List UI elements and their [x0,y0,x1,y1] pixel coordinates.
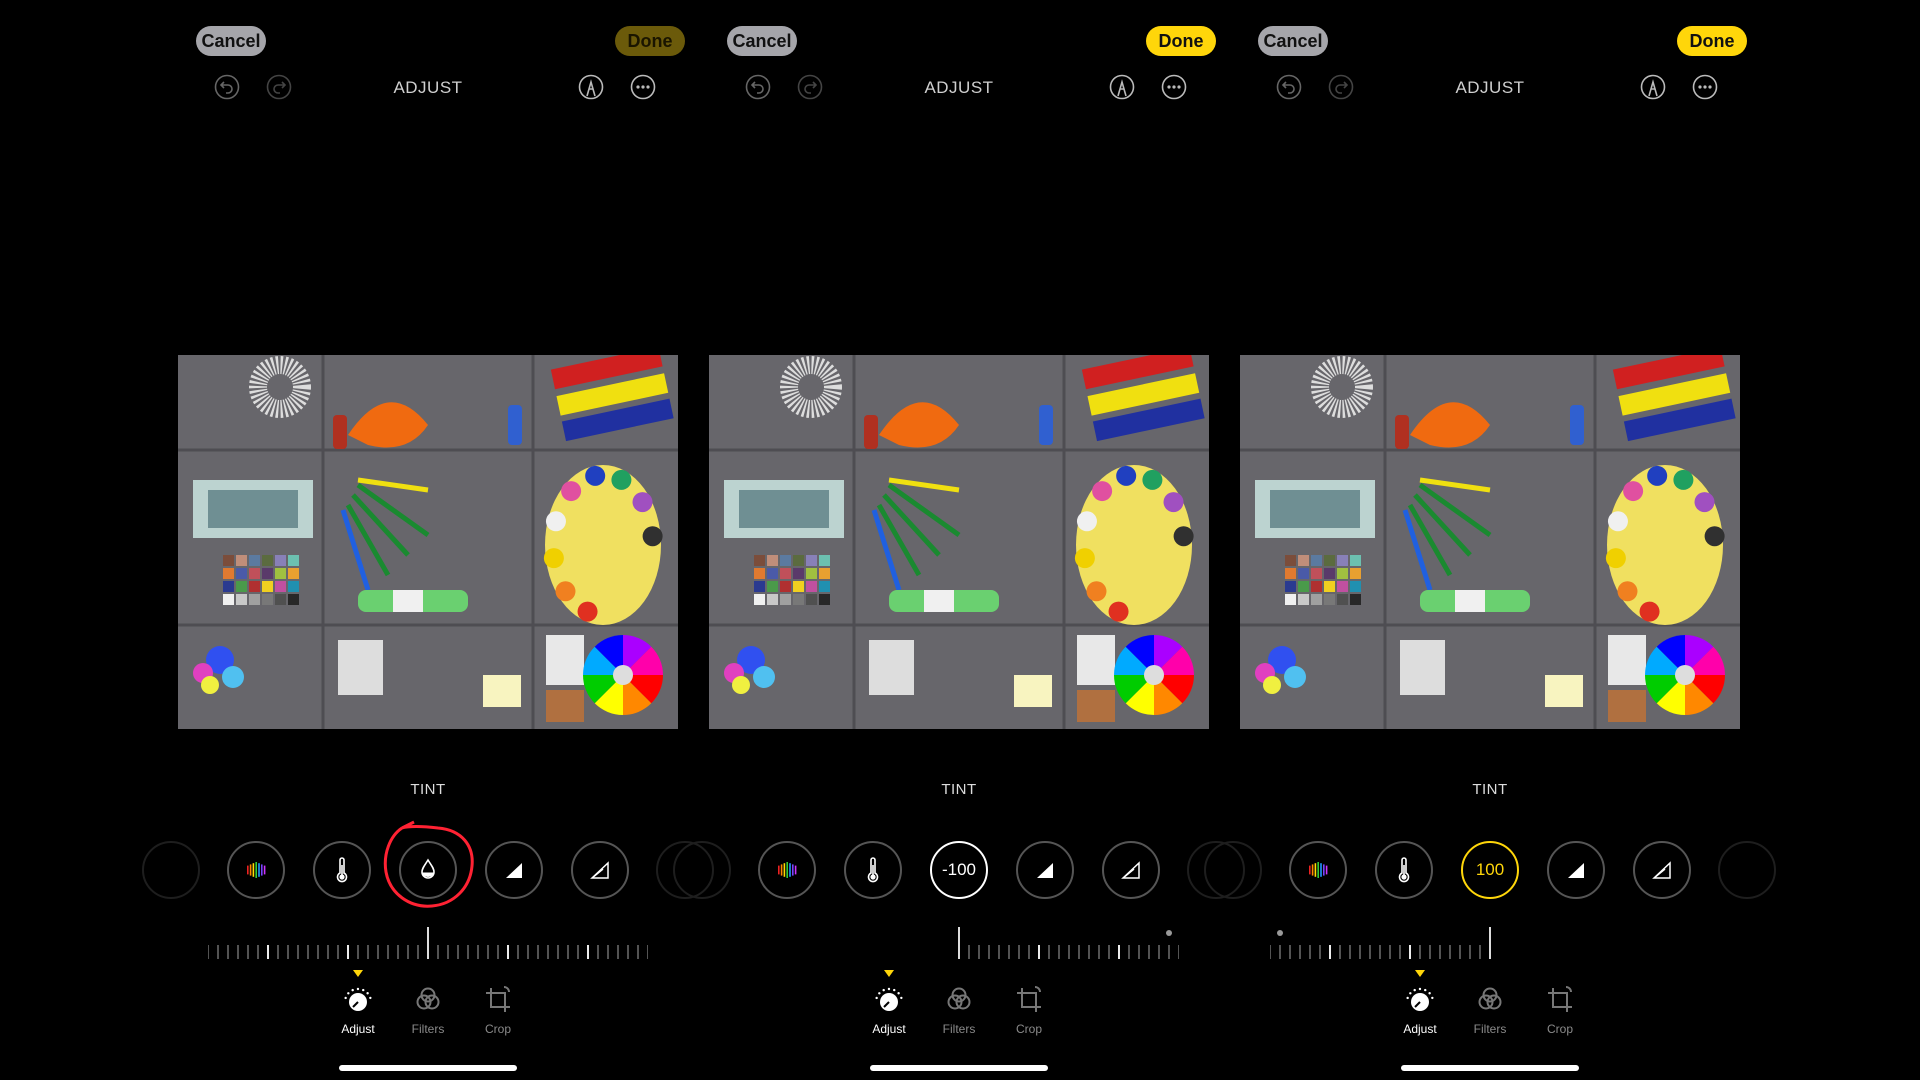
tab-crop[interactable]: Crop [1530,985,1590,1036]
definition-icon [1119,858,1143,882]
done-button[interactable]: Done [615,26,685,56]
warmth-thermometer-icon [1392,856,1416,884]
adjust-dial-icon [342,987,374,1019]
tab-adjust[interactable]: Adjust [859,985,919,1036]
more-options-icon[interactable] [1161,74,1187,100]
definition-icon [588,858,612,882]
vibrance-icon [244,858,268,882]
active-tab-indicator-icon [884,970,894,977]
sharpness-icon [1033,858,1057,882]
tab-label: Crop [1546,1022,1573,1036]
tab-adjust[interactable]: Adjust [1390,985,1450,1036]
warmth-thermometer-tool-button[interactable] [1375,841,1433,899]
adjustment-name: TINT [410,781,446,798]
more-options-icon[interactable] [630,74,656,100]
done-button[interactable]: Done [1677,26,1747,56]
definition-tool-button[interactable] [1102,841,1160,899]
editor-panel: Cancel Done ADJUST TINT Adjust Filters Crop [142,0,714,1080]
vibrance-icon [775,858,799,882]
adjustment-name: TINT [1472,781,1508,798]
tab-label: Adjust [1403,1022,1437,1036]
tab-label: Filters [942,1022,976,1036]
tab-label: Crop [1015,1022,1042,1036]
warmth-thermometer-icon [861,856,885,884]
definition-icon [1650,858,1674,882]
tab-crop[interactable]: Crop [999,985,1059,1036]
active-tab-indicator-icon [353,970,363,977]
crop-icon [1013,986,1045,1019]
tint-value: -100 [941,860,977,879]
tint-tool-button[interactable]: 100 [1461,841,1519,899]
more-options-icon[interactable] [1692,74,1718,100]
adjust-dial-icon [873,987,905,1019]
tab-label: Adjust [872,1022,906,1036]
sharpness-icon [502,858,526,882]
tab-filters[interactable]: Filters [1460,985,1520,1036]
photo-preview [709,355,1209,729]
tint-tool-button[interactable]: -100 [930,841,988,899]
tint-slider[interactable] [739,925,1180,961]
markup-pen-icon[interactable] [1640,74,1666,100]
warmth-thermometer-icon [330,856,354,884]
active-tab-indicator-icon [1415,970,1425,977]
crop-icon [482,986,514,1019]
definition-tool-button[interactable] [571,841,629,899]
home-indicator[interactable] [870,1065,1048,1071]
tab-label: Filters [411,1022,445,1036]
done-button[interactable]: Done [1146,26,1216,56]
tint-slider[interactable] [207,925,649,961]
photo-preview [1240,355,1740,729]
slider-end-dot [1166,930,1172,936]
adjustment-tool-offscreen[interactable] [1204,841,1262,899]
photo-preview [178,355,678,729]
vibrance-tool-button[interactable] [227,841,285,899]
adjustment-tool-offscreen[interactable] [673,841,731,899]
sharpness-tool-button[interactable] [1016,841,1074,899]
editor-panel: Cancel Done ADJUST TINT 100 Adjust Filters C… [1204,0,1776,1080]
adjustment-tool-offscreen[interactable] [1718,841,1776,899]
markup-pen-icon[interactable] [578,74,604,100]
tab-crop[interactable]: Crop [468,985,528,1036]
filters-icon [943,987,975,1019]
cancel-button[interactable]: Cancel [1258,26,1328,56]
tab-label: Adjust [341,1022,375,1036]
sharpness-icon [1564,858,1588,882]
adjustment-name: TINT [941,781,977,798]
vibrance-tool-button[interactable] [1289,841,1347,899]
cancel-button[interactable]: Cancel [196,26,266,56]
filters-icon [1474,987,1506,1019]
crop-icon [1544,986,1576,1019]
vibrance-icon [1306,858,1330,882]
definition-tool-button[interactable] [1633,841,1691,899]
tab-label: Filters [1473,1022,1507,1036]
tab-filters[interactable]: Filters [398,985,458,1036]
red-annotation-circle [383,820,474,908]
warmth-thermometer-tool-button[interactable] [313,841,371,899]
tab-label: Crop [484,1022,511,1036]
adjust-dial-icon [1404,987,1436,1019]
sharpness-tool-button[interactable] [1547,841,1605,899]
home-indicator[interactable] [339,1065,517,1071]
adjustment-tool-offscreen[interactable] [142,841,200,899]
tab-adjust[interactable]: Adjust [328,985,388,1036]
slider-end-dot [1277,930,1283,936]
sharpness-tool-button[interactable] [485,841,543,899]
home-indicator[interactable] [1401,1065,1579,1071]
tint-slider[interactable] [1269,925,1710,961]
cancel-button[interactable]: Cancel [727,26,797,56]
vibrance-tool-button[interactable] [758,841,816,899]
markup-pen-icon[interactable] [1109,74,1135,100]
tint-value: 100 [1475,860,1505,879]
editor-panel: Cancel Done ADJUST TINT -100 Adjust Filters… [673,0,1245,1080]
warmth-thermometer-tool-button[interactable] [844,841,902,899]
tab-filters[interactable]: Filters [929,985,989,1036]
filters-icon [412,987,444,1019]
